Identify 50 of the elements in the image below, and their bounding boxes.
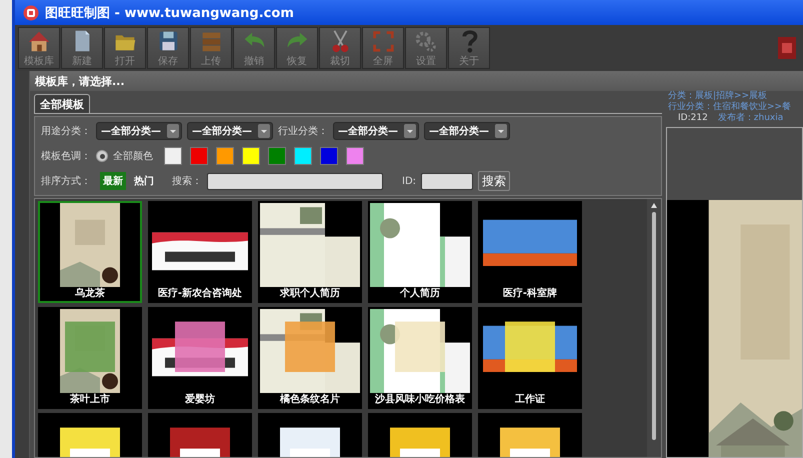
color-swatch[interactable] <box>294 147 312 165</box>
field-label: 搜索： <box>172 174 202 188</box>
scrollbar[interactable] <box>647 199 661 457</box>
template-card[interactable]: 医疗-科室牌 <box>478 201 582 303</box>
search-field[interactable] <box>207 172 383 190</box>
color-swatch[interactable] <box>320 147 338 165</box>
id-text: ID:212 <box>678 113 708 124</box>
template-card[interactable]: 橘色条纹名片 <box>258 307 362 409</box>
id-field[interactable] <box>421 172 474 190</box>
template-card[interactable]: 医疗-新农合咨询处 <box>148 201 252 303</box>
category-text: 分类：展板|招牌>>展板 <box>667 91 768 102</box>
radio-button[interactable] <box>96 150 108 162</box>
color-swatch[interactable] <box>268 147 286 165</box>
category-dropdown[interactable]: —全部分类— <box>424 122 510 140</box>
app-logo-icon <box>23 4 39 20</box>
publisher-text: 发布者：zhuxia <box>718 113 784 124</box>
category-dropdown[interactable]: —全部分类— <box>187 122 273 140</box>
field-label: 行业分类： <box>278 124 328 138</box>
tab[interactable]: 全部模板 <box>34 94 90 113</box>
field-label: ID: <box>402 176 416 186</box>
template-card[interactable]: 乌龙茶 <box>38 201 142 303</box>
category-dropdown[interactable]: —全部分类— <box>96 122 182 140</box>
template-card[interactable]: 沙县风味小吃价格表 <box>368 307 472 409</box>
sort-option[interactable]: 热门 <box>131 172 157 190</box>
template-card[interactable]: 个人简历 <box>368 201 472 303</box>
template-card[interactable]: 工作证 <box>478 307 582 409</box>
sort-option[interactable]: 最新 <box>100 172 126 190</box>
caret-icon <box>258 124 270 138</box>
color-swatch[interactable] <box>164 147 182 165</box>
category-dropdown[interactable]: —全部分类— <box>333 122 419 140</box>
color-swatch[interactable] <box>242 147 260 165</box>
caret-icon <box>495 124 507 138</box>
scrollbar-thumb-icon <box>650 202 658 442</box>
template-card[interactable]: 茶叶上市 <box>38 307 142 409</box>
search-button[interactable]: 搜索 <box>478 171 510 191</box>
caret-icon <box>404 124 416 138</box>
color-swatch[interactable] <box>216 147 234 165</box>
template-card[interactable]: 爱婴坊 <box>148 307 252 409</box>
field-label: 排序方式： <box>41 174 91 188</box>
caret-icon <box>167 124 179 138</box>
dialog-title: 模板库，请选择... <box>30 71 803 91</box>
field-label: 模板色调： <box>41 150 91 163</box>
square-icon <box>778 37 796 59</box>
color-swatch[interactable] <box>190 147 208 165</box>
industry-text: 行业分类：住宿和餐饮业>>餐 <box>667 102 792 112</box>
radio-label: 全部颜色 <box>113 150 153 163</box>
field-label: 用途分类： <box>41 124 91 138</box>
color-swatch[interactable] <box>346 147 364 165</box>
template-card[interactable]: 求职个人简历 <box>258 201 362 303</box>
window-title: 图旺旺制图 - www.tuwangwang.com <box>45 4 294 22</box>
